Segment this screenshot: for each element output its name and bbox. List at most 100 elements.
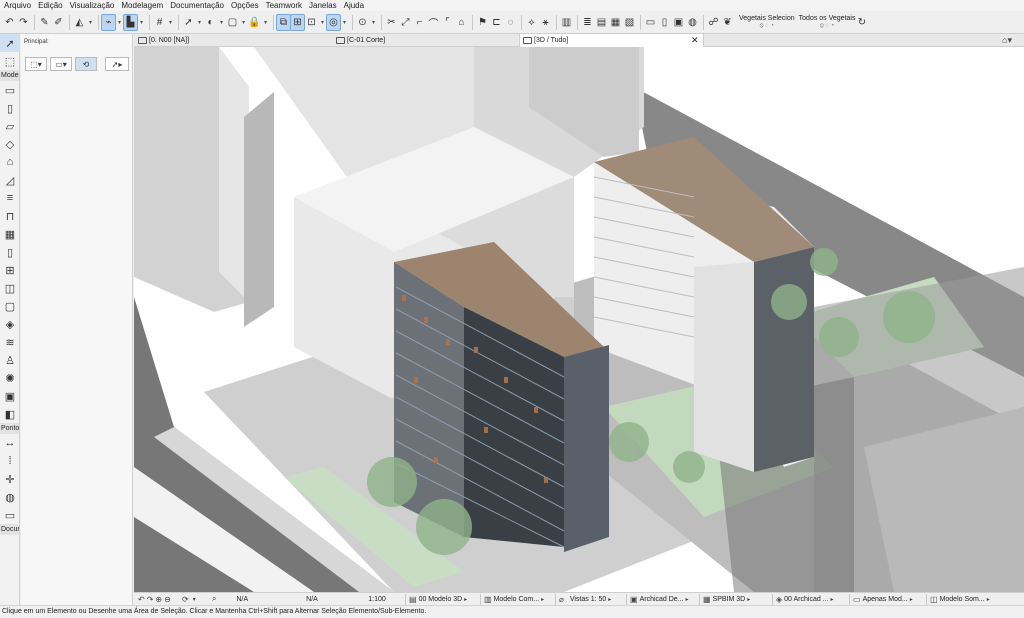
menu-visualizacao[interactable]: Visualização	[70, 1, 115, 10]
pick-up-icon[interactable]: ✎	[38, 15, 51, 30]
menu-janelas[interactable]: Janelas	[309, 1, 337, 10]
grid-snap-icon[interactable]: #	[153, 15, 166, 30]
suspend-icon[interactable]: ⊡	[305, 15, 318, 30]
menu-ajuda[interactable]: Ajuda	[344, 1, 364, 10]
dropdown-arrow-icon[interactable]: ▾	[240, 15, 247, 30]
lamp-icon[interactable]: ✺	[0, 369, 20, 387]
tab-floor-plan[interactable]: [0. N00 [NA]]	[136, 34, 326, 47]
slab-icon[interactable]: ◇	[0, 135, 20, 153]
layer-icon[interactable]: ◭	[73, 15, 86, 30]
arrow-tool-icon[interactable]: ➚	[0, 34, 20, 52]
window-icon[interactable]: ▭	[644, 15, 657, 30]
drawing-icon[interactable]: ◍	[0, 488, 20, 506]
flag-icon[interactable]: ⚑	[476, 15, 489, 30]
3d-viewport[interactable]	[134, 47, 1024, 592]
layer-combination-dropdown[interactable]: ▤ 00 Modelo 3D ▸	[409, 595, 477, 604]
renovation-filter-dropdown[interactable]: ▦ SPBIM 3D ▸	[703, 595, 769, 604]
menu-documentacao[interactable]: Documentação	[170, 1, 224, 10]
marquee-tool-icon[interactable]: ⬚	[0, 52, 20, 70]
menu-opcoes[interactable]: Opções	[231, 1, 259, 10]
split-icon[interactable]: ✂	[385, 15, 398, 30]
orbit-controls[interactable]: ↶ ↷ ⊕ ⊖	[134, 595, 182, 604]
corner-window-icon[interactable]: ▢	[0, 297, 20, 315]
mesh-icon[interactable]: ≋	[0, 333, 20, 351]
dropdown-arrow-icon[interactable]: ▾	[370, 15, 377, 30]
scale-field[interactable]: 1:100	[352, 596, 402, 603]
cursor-icon[interactable]: ➚	[182, 15, 195, 30]
eye-icon[interactable]: ◐	[204, 15, 217, 30]
fit-icon[interactable]: ⟳ ▾	[182, 595, 212, 604]
model-view-options-dropdown[interactable]: ⌀ Vistas 1: 50 ▸	[559, 595, 623, 604]
tree-icon[interactable]: ❦	[721, 15, 734, 30]
wall-icon[interactable]: ▭	[0, 81, 20, 99]
view-options-icon[interactable]: ⌂▾	[1002, 35, 1012, 46]
circle-icon[interactable]: ⊙	[356, 15, 369, 30]
trim-icon[interactable]: ⌐	[413, 15, 426, 30]
menu-arquivo[interactable]: Arquivo	[4, 1, 31, 10]
railing-icon[interactable]: ⊓	[0, 207, 20, 225]
window2-icon[interactable]: ▯	[658, 15, 671, 30]
dropdown-arrow-icon[interactable]: ▾	[167, 15, 174, 30]
beam-icon[interactable]: ▱	[0, 117, 20, 135]
wand-icon[interactable]: ⚹	[539, 15, 552, 30]
dropdown-arrow-icon[interactable]: ▾	[262, 15, 269, 30]
dropdown-arrow-icon[interactable]: ▾	[341, 15, 348, 30]
dimension-icon[interactable]: ↔	[0, 434, 20, 452]
object-icon[interactable]: ♙	[0, 351, 20, 369]
menu-edicao[interactable]: Edição	[38, 1, 62, 10]
toolbox-group-1[interactable]: Ponto	[0, 423, 19, 434]
magic-icon[interactable]: ⟡	[525, 15, 538, 30]
dropdown-arrow-icon[interactable]: ▾	[116, 15, 123, 30]
fillet-icon[interactable]: ⌒	[427, 15, 440, 30]
toolbox-group-2[interactable]: Docun	[0, 524, 19, 535]
renovation-selected-vegetation-button[interactable]: Vegetais Selecion ⦸ ◌ ◔	[739, 15, 795, 30]
opening-icon[interactable]: ◧	[0, 405, 20, 423]
adjust-icon[interactable]: ⤢	[399, 15, 412, 30]
menu-teamwork[interactable]: Teamwork	[266, 1, 302, 10]
dropdown-arrow-icon[interactable]: ▾	[196, 15, 203, 30]
layers-icon[interactable]: ▤	[595, 15, 608, 30]
dropdown-arrow-icon[interactable]: ▾	[319, 15, 326, 30]
dropdown-arrow-icon[interactable]: ▾	[87, 15, 94, 30]
redo-icon[interactable]: ↷	[17, 15, 30, 30]
dimension-dropdown[interactable]: ▭ Apenas Mod... ▸	[853, 595, 923, 604]
panel-icon[interactable]: ▥	[560, 15, 573, 30]
tab-3d[interactable]: [3D / Tudo]	[519, 34, 704, 47]
skylight-icon[interactable]: ◫	[0, 279, 20, 297]
undo-view-icon[interactable]: ↶	[138, 595, 145, 604]
dropdown-arrow-icon[interactable]: ▾	[218, 15, 225, 30]
dropdown-arrow-icon[interactable]: ▾	[138, 15, 145, 30]
curtain-wall-icon[interactable]: ▦	[0, 225, 20, 243]
zoom-field-1[interactable]: ⌕ N/A	[212, 594, 272, 604]
ruler-icon[interactable]: ⊏	[490, 15, 503, 30]
figure-icon[interactable]: ▭	[0, 506, 20, 524]
tag-icon[interactable]: ◌	[504, 15, 517, 30]
window-tool-icon[interactable]: ⊞	[0, 261, 20, 279]
menu-modelagem[interactable]: Modelagem	[121, 1, 163, 10]
column-icon[interactable]: ▯	[0, 99, 20, 117]
window3-icon[interactable]: ▣	[672, 15, 685, 30]
pointer-dropdown[interactable]: ➚▸	[105, 57, 129, 71]
inject-icon[interactable]: ✐	[52, 15, 65, 30]
tab-section[interactable]: [C-01 Corte]	[336, 34, 516, 47]
refresh-icon[interactable]: ↻	[855, 15, 868, 30]
zoom-out-icon[interactable]: ⊖	[164, 595, 171, 604]
offset-icon[interactable]: ⌜	[441, 15, 454, 30]
zone-icon[interactable]: ▣	[0, 387, 20, 405]
cube-icon[interactable]: ▢	[226, 15, 239, 30]
roof-icon[interactable]: ⌂	[455, 15, 468, 30]
undo-icon[interactable]: ↶	[3, 15, 16, 30]
point-icon[interactable]: ⁞	[0, 452, 20, 470]
globe-icon[interactable]: ◍	[686, 15, 699, 30]
camera-icon[interactable]: ✛	[0, 470, 20, 488]
books-icon[interactable]: ▧	[623, 15, 636, 30]
mvo-dropdown[interactable]: ▣ Archicad De... ▸	[630, 595, 696, 604]
renovation-all-vegetation-button[interactable]: Todos os Vegetais ⦸ ◌ ◔	[799, 15, 856, 30]
structural-function-dropdown[interactable]: ◫ Modelo Som... ▸	[930, 595, 1000, 604]
group-icon[interactable]: ⧉	[276, 13, 291, 31]
stack2-icon[interactable]: ▦	[609, 15, 622, 30]
close-tab-icon[interactable]: ✕	[691, 35, 699, 46]
geometry-method-dropdown[interactable]: ⬚▾	[25, 57, 47, 71]
pen-set-dropdown[interactable]: ▥ Modelo Com... ▸	[484, 595, 552, 604]
door-icon[interactable]: ▯	[0, 243, 20, 261]
